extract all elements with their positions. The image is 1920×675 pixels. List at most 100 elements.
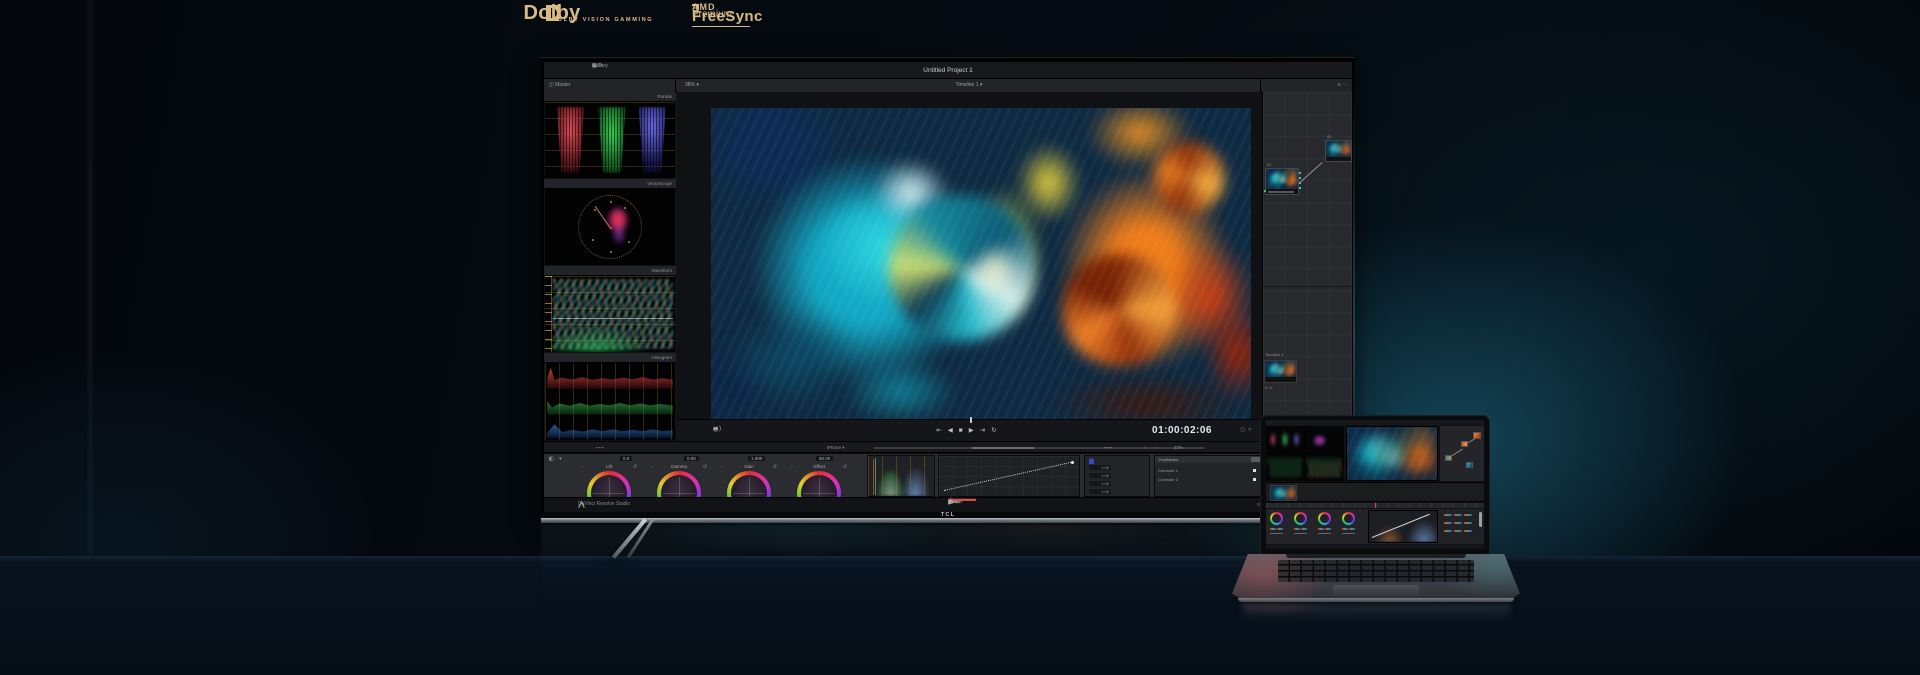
laptop-resolve-ui: ⋯: [1266, 420, 1484, 549]
adjustment-value[interactable]: 0.0: [620, 456, 632, 461]
timeline-option-dots[interactable]: ▪ ▪ ▪: [1104, 445, 1111, 450]
scope-header[interactable]: Parade: [544, 92, 676, 102]
next-clip-icon[interactable]: ›: [1156, 445, 1158, 450]
curve-point[interactable]: [1071, 461, 1074, 464]
histogram-blue-hump: [900, 458, 932, 496]
clip-info-row: ▪ ▪ ▪ iPhone ▾ ▪ ▪ ▪ ‹ › 23%: [544, 441, 1352, 453]
scope-parade: Parade: [544, 92, 676, 179]
wheel-label: Gamma: [671, 464, 687, 469]
timeline-still-thumbnail[interactable]: [1264, 360, 1297, 383]
laptop-parade-scope: [1266, 426, 1304, 453]
adjustment-value[interactable]: 1.000: [748, 456, 765, 461]
clip-format-dropdown[interactable]: iPhone ▾: [827, 445, 845, 451]
laptop-clip-thumbnail: [1270, 485, 1297, 501]
loop-button[interactable]: ↻: [991, 427, 1002, 434]
scope-label: Histogram: [651, 355, 672, 360]
offset-color-wheel[interactable]: [797, 471, 841, 497]
lift-color-wheel[interactable]: [587, 471, 631, 497]
wheel-mode-icon[interactable]: ▫: [651, 464, 653, 469]
scope-vectorscope: Vectorscope: [544, 179, 676, 266]
laptop-clip-strip: [1266, 482, 1484, 502]
wheel-label: Offset: [813, 464, 825, 469]
histogram-green-line: [875, 458, 876, 496]
reset-icon[interactable]: ↺: [633, 464, 637, 470]
laptop-vectorscope: [1305, 426, 1344, 453]
adjustment-tint[interactable]: Tint 0.00: [684, 456, 691, 461]
play-button[interactable]: ▶: [969, 427, 980, 434]
output-node[interactable]: [1325, 140, 1352, 162]
dolby-vision-badge: Dolby DOLBY VISION GAMMING: [552, 13, 678, 55]
adjustment-value[interactable]: 0.00: [684, 456, 699, 461]
channel-value[interactable]: 1.00: [1089, 465, 1111, 470]
mini-wheel-values: [1318, 533, 1331, 534]
palette-mode-icon[interactable]: ◧: [549, 456, 556, 462]
mini-color-wheel: [1270, 512, 1283, 525]
laptop-playhead: [1375, 503, 1376, 508]
more-icon: ⋯: [1342, 82, 1347, 88]
channel-value[interactable]: 1.00: [1089, 489, 1111, 494]
adjustment-temp[interactable]: Temp 0.0: [620, 456, 631, 461]
channel-value[interactable]: 1.00: [1089, 481, 1111, 486]
paint-texture: [1265, 361, 1296, 377]
transport-bar: ✎ ▾ ◎ ◄) ⇤◀■▶⇥↻ 01:00:02:06 ▢×: [677, 419, 1262, 441]
scope-header[interactable]: Vectorscope: [544, 179, 676, 189]
gain-color-wheel[interactable]: [727, 471, 771, 497]
scope-waveform: Waveform: [544, 266, 676, 353]
playhead-marker[interactable]: [970, 417, 972, 423]
node-graph-panel: 01 02: [1262, 92, 1352, 441]
caret-down-icon: ▾: [842, 445, 844, 450]
step-back-button[interactable]: ◀: [948, 427, 959, 434]
laptop-keyboard-deck: [1232, 554, 1520, 598]
laptop-scopes: [1266, 426, 1344, 481]
channel-value[interactable]: 1.00: [1089, 473, 1111, 478]
keyframe-row[interactable]: Corrector 1: [1158, 468, 1178, 473]
keyframe-row[interactable]: Corrector 2: [1158, 477, 1178, 482]
adjustment-value[interactable]: 50.00: [816, 456, 833, 461]
clip-format-label: iPhone: [827, 445, 841, 450]
laptop-scrollbar: [1479, 512, 1482, 527]
nodes-header[interactable]: ≡ ⋯: [1262, 79, 1352, 92]
reset-icon[interactable]: ↺: [843, 464, 847, 470]
node-panel-divider: [1263, 286, 1352, 287]
mini-wheel-values: [1294, 533, 1307, 534]
parade-streak-texture: [545, 102, 675, 178]
timeline-name: Timeline 1: [956, 82, 979, 88]
curve-line[interactable]: [944, 461, 1073, 491]
adjustment-contrast[interactable]: Contrast 1.000: [748, 456, 765, 461]
wheel-mode-icon[interactable]: ▫: [791, 464, 793, 469]
curves-orange-hump: [1374, 520, 1405, 542]
wheel-mode-icon[interactable]: ▫: [581, 464, 583, 469]
gallery-header[interactable]: ◫ Master: [544, 79, 676, 92]
timeline-dropdown[interactable]: Timeline 1 ▾: [677, 79, 1261, 92]
waveform-scale: [545, 276, 552, 352]
scope-header[interactable]: Histogram: [544, 353, 676, 363]
caret-down-icon[interactable]: ▾: [559, 456, 564, 462]
clip-scroll-bar[interactable]: [874, 447, 1204, 449]
reset-icon[interactable]: ↺: [773, 464, 777, 470]
node-thumbnail: [1326, 141, 1351, 157]
scope-header[interactable]: Waveform: [544, 266, 676, 276]
go-first-frame-button[interactable]: ⇤: [936, 427, 947, 434]
gamma-wheel-header: ▫ Gamma ↺: [649, 464, 709, 469]
gallery-header-label: Master: [555, 82, 570, 88]
marketing-scene: Dolby DOLBY VISION GAMMING AMD FreeSync …: [0, 0, 1920, 675]
still-image: [1265, 361, 1296, 377]
page-tab-deliver[interactable]: ↥Deliver: [948, 498, 976, 499]
gamma-color-wheel[interactable]: [657, 471, 701, 497]
go-last-frame-button[interactable]: ⇥: [980, 427, 991, 434]
curves-panel[interactable]: [938, 455, 1080, 497]
mini-color-wheel: [1342, 512, 1355, 525]
adjustment-saturation[interactable]: Sat 50.00: [816, 456, 823, 461]
correction-node[interactable]: [1265, 168, 1299, 195]
mini-wheel-values: [1318, 528, 1331, 530]
wheel-mode-icon[interactable]: ▫: [721, 464, 723, 469]
blue-channel-swatch[interactable]: [1089, 459, 1094, 464]
laptop: ⋯: [1232, 415, 1520, 627]
channel-values-panel: ⊕ 1.00 1.00 1.00 1.00: [1084, 455, 1150, 497]
davinci-resolve-ui: ▦ Gallery ✓ ▾ ▣ LUTs Untitled Project 1 …: [544, 62, 1352, 512]
scope-pager-dots[interactable]: ▪ ▪ ▪: [596, 445, 603, 450]
reset-icon[interactable]: ↺: [703, 464, 707, 470]
prev-clip-icon[interactable]: ‹: [1144, 445, 1146, 450]
stop-button[interactable]: ■: [959, 427, 969, 434]
node-label: 01: [1267, 162, 1271, 167]
